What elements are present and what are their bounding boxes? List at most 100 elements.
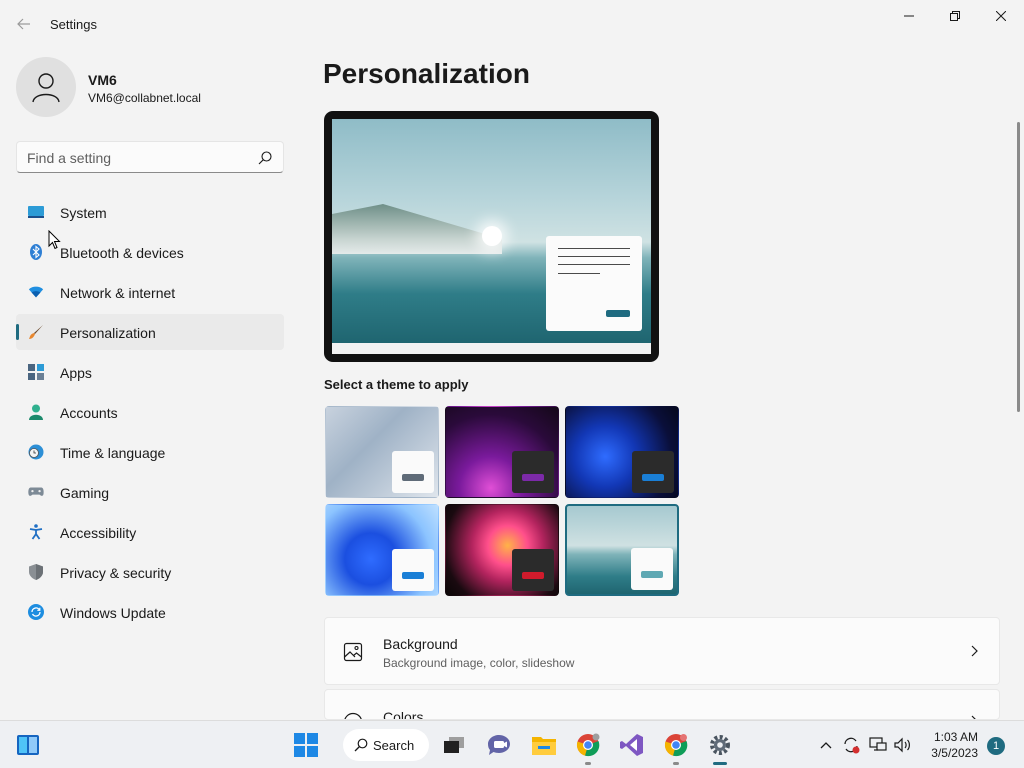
windows-logo-icon <box>294 733 318 757</box>
network-tray-button[interactable] <box>867 729 889 761</box>
sidebar-item-time-language[interactable]: Time & language <box>16 434 284 470</box>
colors-setting[interactable]: Colors <box>324 689 1000 720</box>
sidebar-item-accessibility[interactable]: Accessibility <box>16 514 284 550</box>
background-setting[interactable]: Background Background image, color, slid… <box>324 617 1000 685</box>
sidebar-item-system[interactable]: System <box>16 194 284 230</box>
settings-search[interactable] <box>16 141 284 173</box>
taskbar-search-label: Search <box>373 738 415 753</box>
theme-tile[interactable] <box>445 504 559 596</box>
sidebar-item-windows-update[interactable]: Windows Update <box>16 594 284 630</box>
taskbar: Search 1:03 AM 3/5/2023 1 <box>0 720 1024 768</box>
network-icon <box>869 737 887 751</box>
scrollbar[interactable] <box>1017 122 1020 412</box>
gamepad-icon <box>28 484 44 500</box>
setting-subtitle: Background image, color, slideshow <box>383 656 575 670</box>
accessibility-icon <box>28 524 44 540</box>
sidebar-item-label: Network & internet <box>60 285 176 301</box>
sync-icon <box>844 737 860 754</box>
preview-button <box>606 310 630 317</box>
update-icon <box>28 604 44 620</box>
sync-status-button[interactable] <box>840 729 862 761</box>
minimize-icon <box>904 15 914 17</box>
sidebar-item-label: System <box>60 205 107 221</box>
sidebar-item-gaming[interactable]: Gaming <box>16 474 284 510</box>
start-button[interactable] <box>290 729 322 761</box>
person-icon <box>32 73 60 103</box>
sidebar-item-label: Accounts <box>60 405 118 421</box>
task-view-icon <box>444 737 464 753</box>
search-icon <box>354 738 368 752</box>
chrome-icon <box>576 733 600 757</box>
app-title: Settings <box>50 17 97 32</box>
chevron-right-icon <box>971 645 978 657</box>
widgets-icon <box>17 735 39 755</box>
apps-icon <box>28 364 44 380</box>
visual-studio-button[interactable] <box>616 729 648 761</box>
notification-badge[interactable]: 1 <box>987 737 1005 755</box>
file-explorer-button[interactable] <box>528 729 560 761</box>
setting-title: Background <box>383 636 458 652</box>
sidebar-item-accounts[interactable]: Accounts <box>16 394 284 430</box>
theme-tile[interactable] <box>325 406 439 498</box>
mouse-cursor-icon <box>48 230 61 250</box>
chrome-icon <box>664 734 688 757</box>
bluetooth-icon <box>28 244 44 260</box>
sidebar-item-label: Apps <box>60 365 92 381</box>
running-indicator <box>673 762 679 765</box>
chrome-button[interactable] <box>572 729 604 765</box>
sidebar-item-personalization[interactable]: Personalization <box>16 314 284 350</box>
sidebar-item-label: Personalization <box>60 325 156 341</box>
theme-section-heading: Select a theme to apply <box>324 377 469 392</box>
show-hidden-icons-button[interactable] <box>814 729 838 761</box>
wifi-icon <box>28 284 44 300</box>
chrome-beta-button[interactable] <box>660 729 692 765</box>
page-title: Personalization <box>323 58 530 89</box>
shield-icon <box>28 564 44 580</box>
sidebar-item-network[interactable]: Network & internet <box>16 274 284 310</box>
speaker-icon <box>894 737 910 753</box>
active-indicator <box>713 762 727 765</box>
folder-icon <box>532 737 556 755</box>
chevron-up-icon <box>820 742 832 749</box>
clock-time[interactable]: 1:03 AM <box>924 730 978 744</box>
clock-date[interactable]: 3/5/2023 <box>924 746 978 760</box>
sidebar-item-label: Privacy & security <box>60 565 172 581</box>
theme-grid <box>324 405 684 597</box>
restore-icon <box>950 11 960 21</box>
widgets-button[interactable] <box>12 729 44 761</box>
search-input[interactable] <box>27 148 247 168</box>
task-view-button[interactable] <box>438 729 470 761</box>
volume-button[interactable] <box>892 729 914 761</box>
theme-tile[interactable] <box>325 504 439 596</box>
close-button[interactable] <box>978 0 1024 32</box>
preview-taskbar <box>332 343 651 354</box>
restore-button[interactable] <box>932 0 978 32</box>
user-profile[interactable]: VM6 VM6@collabnet.local <box>16 57 286 117</box>
sidebar-item-label: Time & language <box>60 445 166 461</box>
search-icon[interactable] <box>257 150 273 166</box>
settings-taskbar-button[interactable] <box>704 729 736 765</box>
arrow-left-icon <box>17 18 30 30</box>
sidebar-item-apps[interactable]: Apps <box>16 354 284 390</box>
theme-tile-selected[interactable] <box>565 504 679 596</box>
sidebar-nav: System Bluetooth & devices Network & int… <box>16 194 284 634</box>
sidebar-item-label: Windows Update <box>60 605 166 621</box>
title-bar: Settings <box>0 0 1024 48</box>
sidebar-item-label: Gaming <box>60 485 110 501</box>
theme-tile[interactable] <box>565 406 679 498</box>
taskbar-search[interactable]: Search <box>343 729 429 761</box>
sidebar-item-label: Bluetooth & devices <box>60 245 184 261</box>
sidebar-item-privacy[interactable]: Privacy & security <box>16 554 284 590</box>
back-button[interactable] <box>10 10 38 38</box>
minimize-button[interactable] <box>886 0 932 32</box>
preview-sun <box>482 226 502 246</box>
visual-studio-icon <box>620 734 643 756</box>
sidebar-item-label: Accessibility <box>60 525 137 541</box>
clock-globe-icon <box>28 444 44 460</box>
teams-chat-button[interactable] <box>483 729 515 761</box>
close-icon <box>996 11 1006 21</box>
chat-icon <box>488 735 510 755</box>
person-icon <box>28 404 44 420</box>
user-email: VM6@collabnet.local <box>88 91 201 105</box>
theme-tile[interactable] <box>445 406 559 498</box>
